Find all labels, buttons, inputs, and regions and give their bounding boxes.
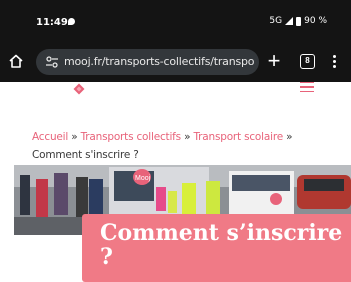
breadcrumb-separator: » bbox=[184, 131, 191, 143]
home-icon[interactable] bbox=[8, 53, 24, 69]
battery-icon bbox=[296, 16, 302, 26]
more-options-icon[interactable] bbox=[333, 55, 337, 69]
breadcrumb-transport-scolaire[interactable]: Transport scolaire bbox=[193, 131, 283, 143]
breadcrumb: Accueil » Transports collectifs » Transp… bbox=[32, 128, 332, 164]
network-type: 5G bbox=[269, 16, 283, 26]
status-bar: 11:49 5G 90 % bbox=[0, 0, 351, 42]
hamburger-menu-icon[interactable] bbox=[300, 82, 314, 93]
message-icon bbox=[68, 18, 75, 25]
breadcrumb-separator: » bbox=[71, 131, 78, 143]
breadcrumb-home[interactable]: Accueil bbox=[32, 131, 68, 143]
site-logo-icon[interactable] bbox=[73, 83, 85, 95]
page-title-banner: Comment s’inscrire ? bbox=[82, 214, 351, 282]
address-bar[interactable]: mooj.fr/transports-collectifs/transport-… bbox=[36, 49, 259, 75]
breadcrumb-current: Comment s'inscrire ? bbox=[32, 149, 139, 161]
new-tab-button[interactable]: + bbox=[265, 49, 283, 73]
browser-toolbar: mooj.fr/transports-collectifs/transport-… bbox=[0, 42, 351, 82]
breadcrumb-separator: » bbox=[286, 131, 293, 143]
status-indicators: 5G 90 % bbox=[269, 16, 327, 26]
battery-level: 90 % bbox=[304, 16, 327, 26]
tab-switcher-button[interactable]: 8 bbox=[300, 54, 315, 69]
breadcrumb-transports-collectifs[interactable]: Transports collectifs bbox=[81, 131, 182, 143]
url-text: mooj.fr/transports-collectifs/transport-… bbox=[64, 55, 254, 68]
status-time: 11:49 bbox=[36, 17, 68, 28]
site-settings-icon[interactable] bbox=[45, 55, 59, 69]
signal-icon bbox=[285, 17, 294, 25]
page-title: Comment s’inscrire ? bbox=[100, 220, 343, 270]
bus-sign-text: Mooj bbox=[135, 175, 151, 182]
